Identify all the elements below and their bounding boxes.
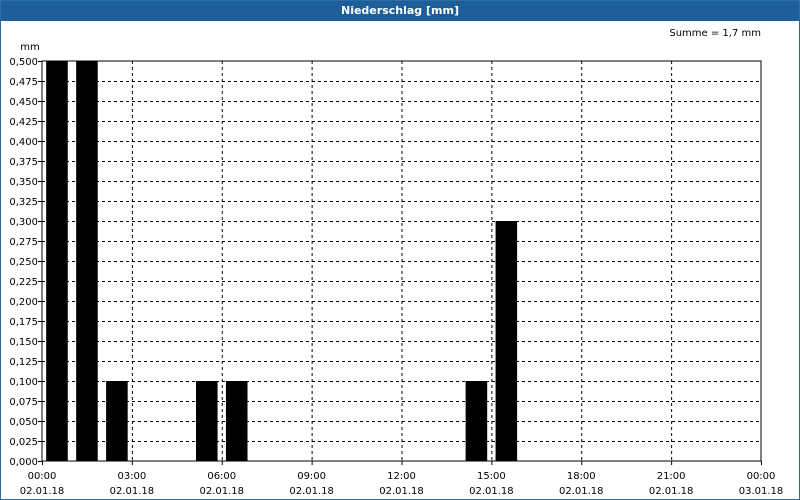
y-tick-label: 0,400 — [9, 137, 38, 148]
x-tick-time: 00:00 — [28, 471, 57, 482]
precipitation-bar — [46, 61, 68, 461]
x-tick-time: 00:00 — [747, 471, 776, 482]
y-tick-label: 0,425 — [9, 117, 38, 128]
x-tick-time: 15:00 — [477, 471, 506, 482]
y-tick-label: 0,075 — [9, 397, 38, 408]
x-tick-time: 12:00 — [387, 471, 416, 482]
x-tick-time: 18:00 — [567, 471, 596, 482]
x-tick-date: 02.01.18 — [20, 486, 65, 497]
x-tick-time: 06:00 — [207, 471, 236, 482]
y-tick-label: 0,200 — [9, 297, 38, 308]
y-tick-label: 0,050 — [9, 417, 38, 428]
grid-lines — [42, 61, 761, 461]
x-tick-date: 02.01.18 — [289, 486, 334, 497]
x-tick-time: 09:00 — [297, 471, 326, 482]
sum-annotation: Summe = 1,7 mm — [669, 28, 761, 39]
x-tick-date: 02.01.18 — [379, 486, 424, 497]
y-tick-label: 0,350 — [9, 177, 38, 188]
y-tick-label: 0,100 — [9, 377, 38, 388]
precipitation-bar — [495, 221, 518, 461]
x-tick-time: 03:00 — [117, 471, 146, 482]
y-tick-label: 0,250 — [9, 257, 38, 268]
y-tick-label: 0,025 — [9, 437, 38, 448]
y-tick-label: 0,300 — [9, 217, 38, 228]
x-tick-time: 21:00 — [657, 471, 686, 482]
precipitation-chart: 0,000 0,025 0,050 0,075 0,100 0,125 0,150 0,175… — [9, 28, 784, 497]
x-tick-date: 02.01.18 — [559, 486, 604, 497]
x-tick-date: 03.01.18 — [739, 486, 784, 497]
precipitation-bar — [195, 381, 218, 461]
y-tick-label: 0,450 — [9, 97, 38, 108]
y-tick-label: 0,000 — [9, 457, 38, 468]
x-axis-ticks: 00:00 02.01.18 03:00 02.01.18 06:00 02.01.18 0… — [20, 461, 784, 497]
precipitation-bar — [76, 61, 98, 461]
y-tick-label: 0,475 — [9, 77, 38, 88]
y-tick-label: 0,325 — [9, 197, 38, 208]
y-tick-label: 0,175 — [9, 317, 38, 328]
y-tick-label: 0,225 — [9, 277, 38, 288]
precipitation-bar — [225, 381, 248, 461]
y-tick-label: 0,500 — [9, 57, 38, 68]
y-tick-label: 0,275 — [9, 237, 38, 248]
x-tick-date: 02.01.18 — [110, 486, 155, 497]
y-axis-label: mm — [20, 42, 39, 53]
x-tick-date: 02.01.18 — [649, 486, 694, 497]
x-tick-date: 02.01.18 — [199, 486, 244, 497]
precipitation-bar — [465, 381, 488, 461]
y-tick-label: 0,375 — [9, 157, 38, 168]
y-tick-label: 0,150 — [9, 337, 38, 348]
x-tick-date: 02.01.18 — [469, 486, 514, 497]
y-axis-ticks: 0,000 0,025 0,050 0,075 0,100 0,125 0,150 0,175… — [9, 57, 42, 468]
precipitation-bar — [106, 381, 128, 461]
y-tick-label: 0,125 — [9, 357, 38, 368]
